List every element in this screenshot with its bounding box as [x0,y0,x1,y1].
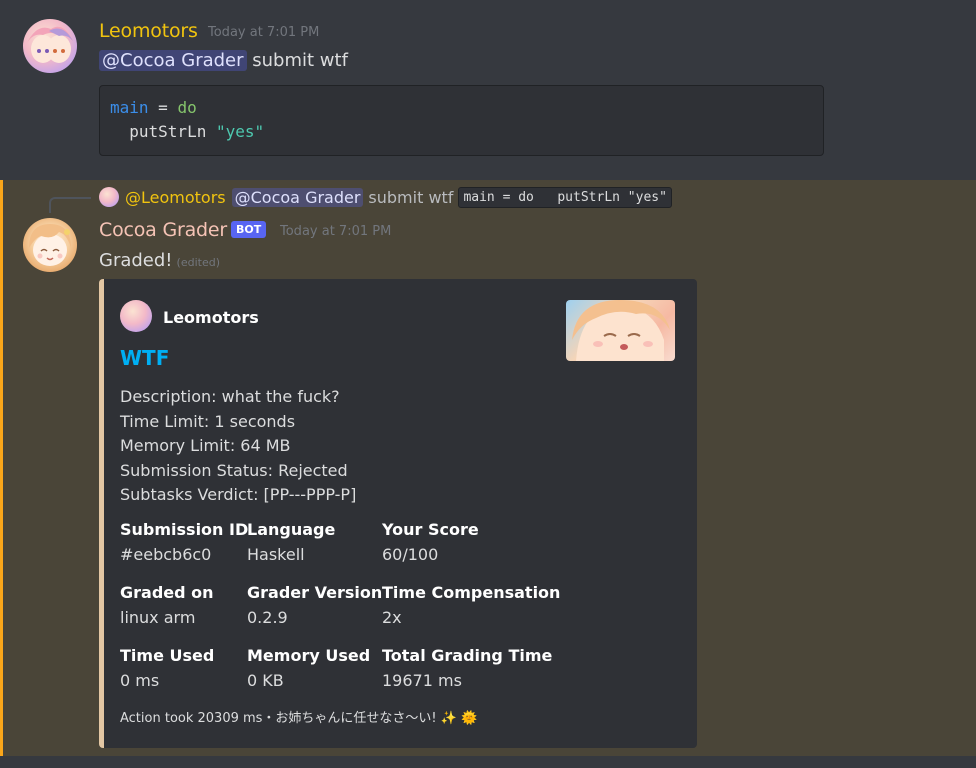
reply-text: submit wtf [368,187,454,207]
field-graded-on: Graded on linux arm [120,583,214,627]
message-text: Graded! [99,250,173,271]
field-your-score: Your Score 60/100 [382,520,479,564]
field-name: Graded on [120,583,214,602]
field-value: 0 ms [120,671,160,690]
field-value: #eebcb6c0 [120,545,212,564]
description-line: Memory Limit: 64 MB [120,436,291,455]
avatar-cocoa-grader[interactable] [23,218,77,272]
description-line: Subtasks Verdict: [PP---PPP-P] [120,485,357,504]
description-line: Description: what the fuck? [120,387,340,406]
code-token: = [148,98,178,117]
field-name: Time Used [120,646,215,665]
description-line: Time Limit: 1 seconds [120,411,296,431]
field-time-used: Time Used 0 ms [120,646,214,690]
reply-username[interactable]: @Leomotors [125,188,226,207]
embed-author-name: Leomotors [163,308,259,327]
embed-author-avatar [120,300,152,332]
field-value: 60/100 [382,545,439,564]
code-line-1: main = do [110,98,197,117]
field-language: Language Haskell [247,520,335,564]
message-content: Graded! (edited) [99,250,220,271]
mention-highlight-bar [0,180,3,756]
field-submission-id: Submission ID #eebcb6c0 [120,520,248,564]
field-name: Your Score [382,520,479,539]
reply-preview[interactable]: @Leomotors @Cocoa Grader submit wtf main… [99,185,672,209]
field-name: Total Grading Time [382,646,553,665]
field-name: Submission ID [120,520,249,539]
reply-avatar [99,187,119,207]
field-value: 2x [382,608,402,627]
username-cocoa-grader[interactable]: Cocoa Grader [99,219,227,241]
field-grader-version: Grader Version 0.2.9 [247,583,382,627]
code-block: main = do putStrLn "yes" [99,85,824,156]
embed-thumbnail-image[interactable] [566,300,675,361]
message-timestamp: Today at 7:01 PM [280,224,392,239]
description-line: Submission Status: Rejected [120,460,348,480]
field-name: Grader Version [247,583,383,602]
reply-mention: @Cocoa Grader [231,187,364,207]
avatar-leomotors[interactable] [23,19,77,73]
field-name: Memory Used [247,646,371,665]
message-content: @Cocoa Grader submit wtf [99,50,348,71]
grading-embed: Leomotors WTF Description: what the fuck… [99,279,697,748]
bot-badge: BOT [231,221,267,238]
code-token: do [177,98,197,117]
reply-spine [49,197,91,213]
code-token: "yes" [215,122,265,141]
field-value: 0.2.9 [247,608,288,627]
code-token: main [110,98,149,117]
field-memory-used: Memory Used 0 KB [247,646,370,690]
field-value: Haskell [247,545,305,564]
message-timestamp: Today at 7:01 PM [208,25,320,40]
embed-title[interactable]: WTF [120,346,169,370]
field-total-grading-time: Total Grading Time 19671 ms [382,646,552,690]
code-line-2: putStrLn "yes" [110,122,264,141]
mention-cocoa-grader[interactable]: @Cocoa Grader [99,50,247,71]
username-leomotors[interactable]: Leomotors [99,20,198,42]
embed-footer: Action took 20309 ms・お姉ちゃんに任せなさ～い! ✨ 🌞 [120,711,478,726]
next-message-area [0,756,976,768]
message-text: submit wtf [252,50,348,71]
embed-description: Description: what the fuck? Time Limit: … [120,385,356,508]
message-leomotors: Leomotors Today at 7:01 PM @Cocoa Grader… [0,0,976,180]
field-name: Language [247,520,336,539]
field-name: Time Compensation [382,583,561,602]
code-token: putStrLn [129,122,216,141]
field-value: 0 KB [247,671,284,690]
field-time-compensation: Time Compensation 2x [382,583,560,627]
reply-inline-code: main = do putStrLn "yes" [458,186,672,208]
field-value: linux arm [120,608,196,627]
field-value: 19671 ms [382,671,462,690]
edited-label: (edited) [176,256,220,269]
